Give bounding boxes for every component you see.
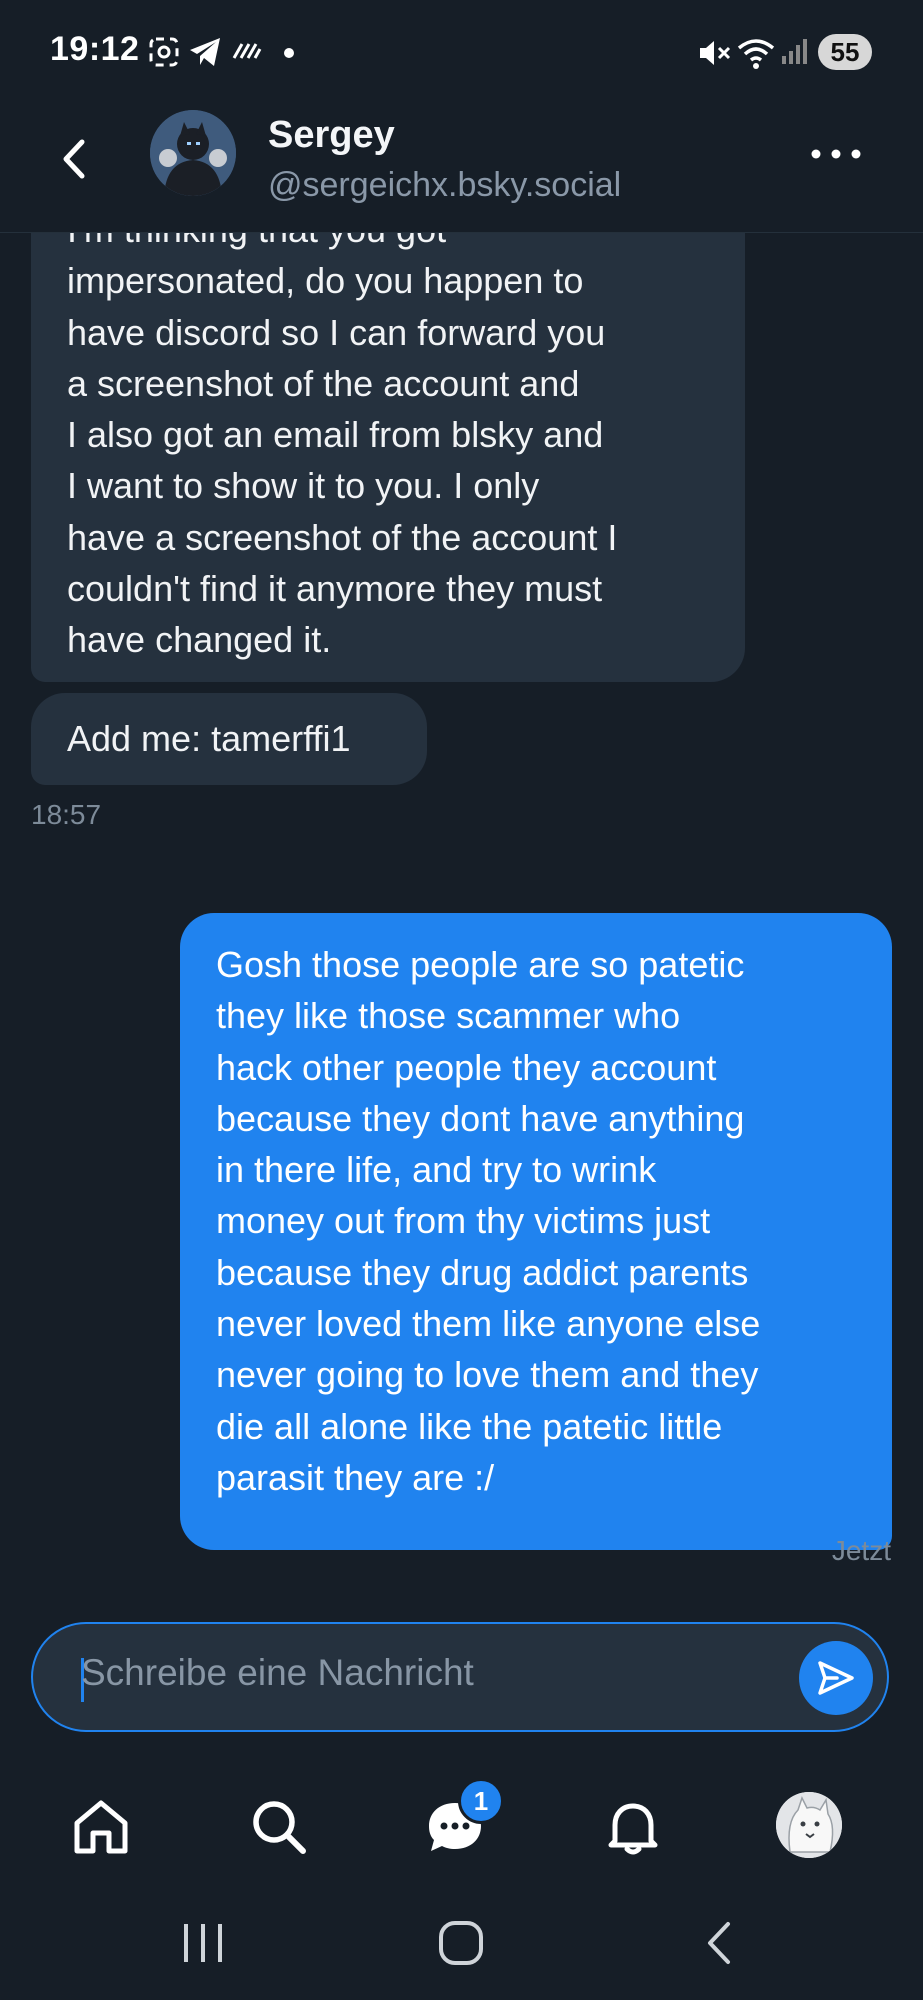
bottom-navigation: 1 (0, 1770, 923, 1880)
system-back-icon[interactable] (700, 1918, 740, 1968)
message-timestamp: Jetzt (831, 1535, 891, 1566)
screenshot-icon (149, 37, 179, 67)
nav-notifications[interactable] (598, 1792, 668, 1862)
wifi-icon (737, 39, 775, 69)
telegram-icon (190, 38, 220, 66)
message-list[interactable]: I'm thinking that you got impersonated, … (0, 232, 923, 1602)
notification-dot-icon (284, 48, 294, 58)
system-navigation-bar (0, 1900, 923, 2000)
send-button[interactable] (799, 1641, 873, 1715)
avatar-image (150, 110, 236, 196)
recent-apps-icon[interactable] (180, 1918, 226, 1968)
avatar[interactable] (150, 110, 236, 196)
status-bar: 19:12 55 (0, 0, 923, 104)
back-button[interactable] (54, 134, 94, 184)
send-icon (818, 1661, 854, 1695)
status-time: 19:12 (50, 30, 140, 68)
message-input[interactable]: Schreibe eine Nachricht (81, 1652, 474, 1694)
contact-name[interactable]: Sergey (268, 114, 395, 157)
home-icon (74, 1800, 128, 1854)
bell-icon (608, 1803, 658, 1855)
nav-home[interactable] (66, 1792, 136, 1862)
message-bubble-incoming[interactable]: Add me: tamerffi1 (31, 693, 427, 785)
message-timestamp: 18:57 (31, 799, 102, 830)
more-options-icon[interactable] (810, 144, 862, 164)
message-composer[interactable]: Schreibe eine Nachricht (31, 1622, 889, 1732)
home-button-icon[interactable] (436, 1918, 486, 1968)
contact-handle[interactable]: @sergeichx.bsky.social (268, 166, 621, 205)
battery-indicator: 55 (818, 34, 872, 70)
message-bubble-outgoing[interactable]: Gosh those people are so patetic they li… (180, 913, 892, 1550)
message-bubble-incoming[interactable]: I'm thinking that you got impersonated, … (31, 232, 745, 682)
search-icon (253, 1801, 306, 1854)
profile-avatar-image (776, 1792, 842, 1858)
nav-search[interactable] (244, 1792, 314, 1862)
signal-stripes-icon (232, 43, 262, 59)
profile-avatar[interactable] (776, 1792, 842, 1858)
conversation-header: Sergey @sergeichx.bsky.social (0, 104, 923, 233)
mute-icon (700, 41, 731, 65)
cell-signal-icon (782, 39, 807, 64)
unread-badge: 1 (458, 1778, 504, 1824)
